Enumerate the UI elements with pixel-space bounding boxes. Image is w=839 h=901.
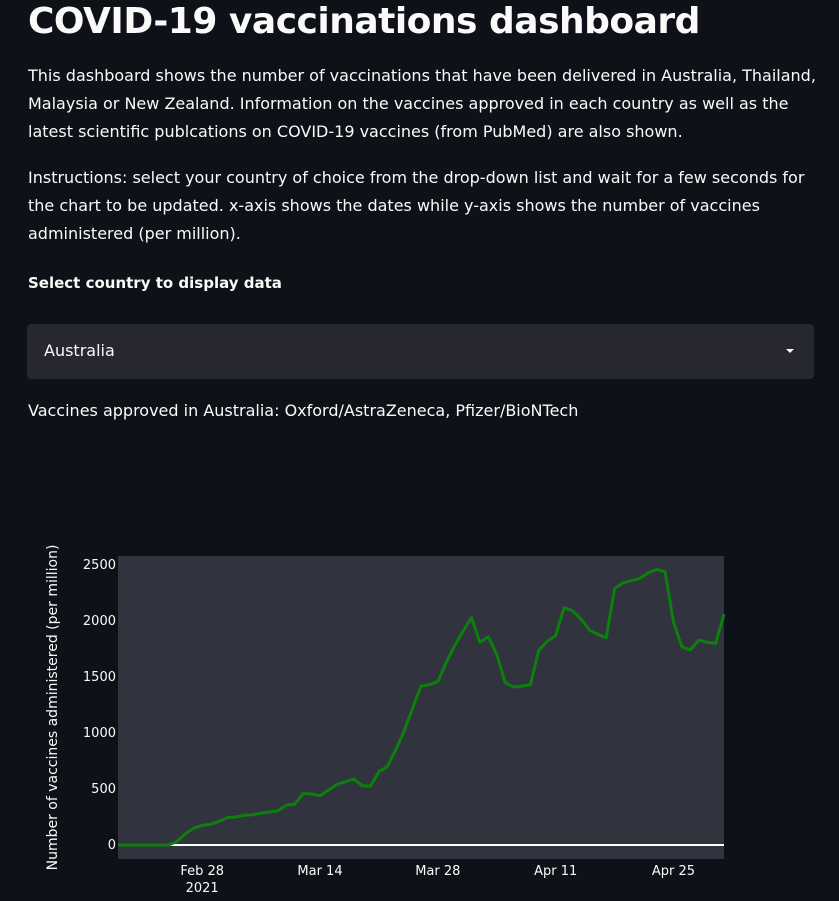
x-axis-ticks: Feb 28 2021 Mar 14 Mar 28 Apr 11 Apr 25 <box>180 864 695 896</box>
chevron-down-icon[interactable] <box>786 349 794 353</box>
country-select-label: Select country to display data <box>28 274 282 292</box>
y-axis-ticks: 0 500 1000 1500 2000 2500 <box>83 558 116 853</box>
x-tick-label: Mar 28 <box>415 864 460 879</box>
y-tick-label: 2500 <box>83 558 116 573</box>
country-select-value: Australia <box>44 341 115 360</box>
approved-vaccines-text: Vaccines approved in Australia: Oxford/A… <box>28 399 578 423</box>
y-tick-label: 500 <box>91 782 116 797</box>
y-tick-label: 2000 <box>83 614 116 629</box>
dashboard-description: This dashboard shows the number of vacci… <box>28 66 816 141</box>
country-select[interactable]: Australia <box>27 324 814 379</box>
approved-vaccines-prefix: Vaccines approved in Australia: <box>28 401 285 420</box>
page-title: COVID-19 vaccinations dashboard <box>28 1 700 42</box>
instructions-text: Instructions: select your country of cho… <box>28 168 805 243</box>
vaccinations-line-chart[interactable]: 0 500 1000 1500 2000 2500 Feb 28 2021 Mar 14 Mar… <box>0 530 839 901</box>
y-tick-label: 1500 <box>83 670 116 685</box>
x-tick-label: Feb 28 <box>180 864 224 879</box>
y-axis-title: Number of vaccines administered (per mil… <box>45 545 61 871</box>
approved-vaccines-list: Oxford/AstraZeneca, Pfizer/BioNTech <box>284 401 579 420</box>
plot-area <box>118 556 724 859</box>
y-tick-label: 0 <box>108 838 116 853</box>
x-tick-label: Mar 14 <box>297 864 342 879</box>
y-tick-label: 1000 <box>83 726 116 741</box>
x-tick-label: Apr 25 <box>652 864 695 879</box>
x-tick-year-label: 2021 <box>186 881 219 896</box>
x-tick-label: Apr 11 <box>534 864 577 879</box>
